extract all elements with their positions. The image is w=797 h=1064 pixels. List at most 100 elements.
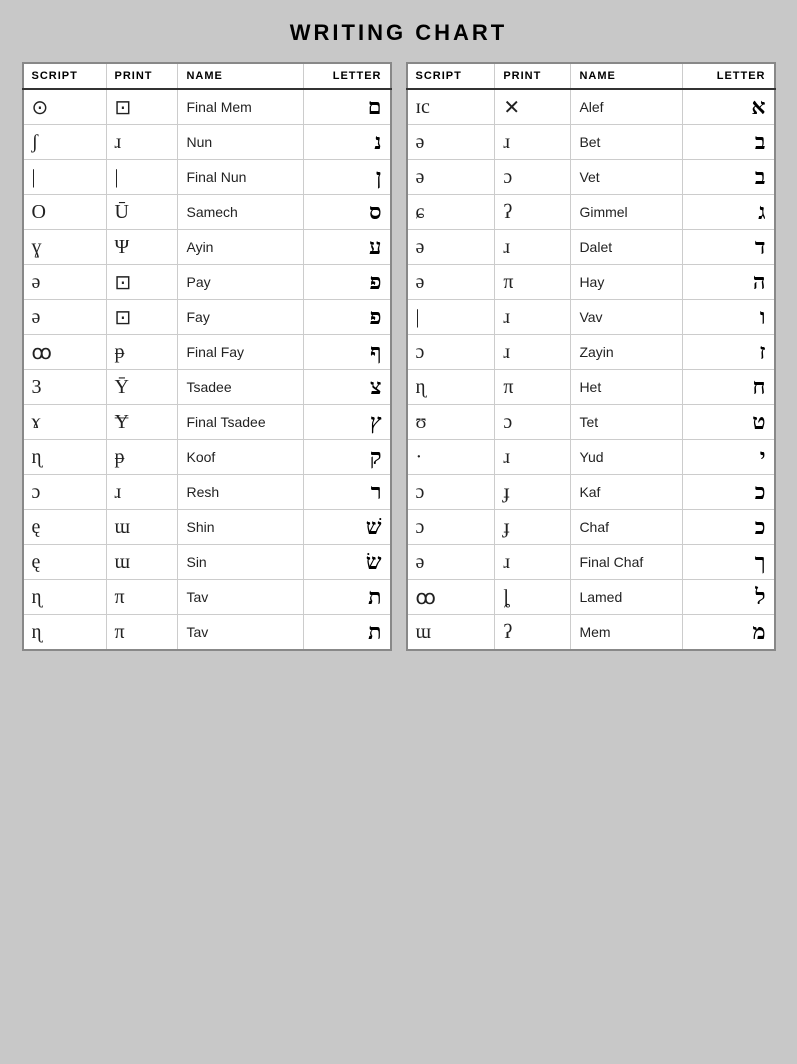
cell-letter: ן bbox=[304, 160, 391, 195]
table-row: ʊɔTetט bbox=[407, 405, 775, 440]
cell-print: ɟ bbox=[495, 475, 571, 510]
cell-print: ɹ bbox=[495, 230, 571, 265]
cell-name: Final Chaf bbox=[571, 545, 683, 580]
cell-print: π bbox=[495, 265, 571, 300]
table-row: ꝏȴLamedל bbox=[407, 580, 775, 615]
cell-script: ɳ bbox=[23, 440, 107, 475]
cell-script: ꝏ bbox=[23, 335, 107, 370]
cell-script: ə bbox=[407, 125, 495, 160]
cell-print: ɯ bbox=[106, 545, 178, 580]
cell-letter: מ bbox=[683, 615, 775, 651]
cell-script: ɔ bbox=[407, 475, 495, 510]
cell-script: ə bbox=[407, 545, 495, 580]
cell-print: ɹ bbox=[495, 440, 571, 475]
cell-letter: ת bbox=[304, 615, 391, 651]
table-row: ⊙⊡Final Memם bbox=[23, 89, 391, 125]
table-row: ||Final Nunן bbox=[23, 160, 391, 195]
table-row: ɯʔMemמ bbox=[407, 615, 775, 651]
table-row: əɹFinal Chafך bbox=[407, 545, 775, 580]
cell-name: Vav bbox=[571, 300, 683, 335]
cell-name: Gimmel bbox=[571, 195, 683, 230]
cell-script: ꝏ bbox=[407, 580, 495, 615]
left-col-letter: Letter bbox=[304, 63, 391, 89]
tables-wrapper: Script Print Name Letter ⊙⊡Final MemםʃɹN… bbox=[10, 62, 787, 651]
cell-print: ⊡ bbox=[106, 300, 178, 335]
cell-name: Koof bbox=[178, 440, 304, 475]
right-col-letter: Letter bbox=[683, 63, 775, 89]
table-row: ɳπHetח bbox=[407, 370, 775, 405]
cell-script: ɔ bbox=[407, 510, 495, 545]
cell-script: ə bbox=[407, 265, 495, 300]
cell-script: ⊙ bbox=[23, 89, 107, 125]
cell-print: ɔ bbox=[495, 405, 571, 440]
table-row: ə⊡Payפ bbox=[23, 265, 391, 300]
cell-name: Final Mem bbox=[178, 89, 304, 125]
cell-script: ɳ bbox=[23, 580, 107, 615]
cell-print: ɹ bbox=[106, 475, 178, 510]
cell-name: Lamed bbox=[571, 580, 683, 615]
cell-script: ə bbox=[407, 160, 495, 195]
cell-print: ᵽ bbox=[106, 440, 178, 475]
right-col-name: Name bbox=[571, 63, 683, 89]
cell-letter: ג bbox=[683, 195, 775, 230]
cell-print: ɟ bbox=[495, 510, 571, 545]
cell-script: ɔ bbox=[23, 475, 107, 510]
table-row: əπHayה bbox=[407, 265, 775, 300]
cell-print: ɯ bbox=[106, 510, 178, 545]
cell-letter: ה bbox=[683, 265, 775, 300]
table-row: 3ȲTsadeeצ bbox=[23, 370, 391, 405]
table-row: ɤɎFinal Tsadeeץ bbox=[23, 405, 391, 440]
cell-name: Alef bbox=[571, 89, 683, 125]
cell-letter: ר bbox=[304, 475, 391, 510]
page-title: WRITING CHART bbox=[290, 20, 507, 46]
cell-print: ʔ bbox=[495, 615, 571, 651]
cell-print: ɹ bbox=[495, 300, 571, 335]
cell-letter: ד bbox=[683, 230, 775, 265]
cell-letter: שׁ bbox=[304, 510, 391, 545]
cell-letter: ל bbox=[683, 580, 775, 615]
cell-letter: כ bbox=[683, 475, 775, 510]
table-row: |ɹVavו bbox=[407, 300, 775, 335]
cell-script: ʊ bbox=[407, 405, 495, 440]
cell-print: ɹ bbox=[106, 125, 178, 160]
cell-script: | bbox=[23, 160, 107, 195]
left-col-print: Print bbox=[106, 63, 178, 89]
right-table: Script Print Name Letter ɪc✕AlefאəɹBetבə… bbox=[406, 62, 776, 651]
cell-name: Resh bbox=[178, 475, 304, 510]
cell-script: | bbox=[407, 300, 495, 335]
cell-print: Ɏ bbox=[106, 405, 178, 440]
cell-name: Fay bbox=[178, 300, 304, 335]
cell-name: Pay bbox=[178, 265, 304, 300]
cell-script: ɣ bbox=[23, 230, 107, 265]
table-row: ɕʔGimmelג bbox=[407, 195, 775, 230]
table-row: ɔɟKafכ bbox=[407, 475, 775, 510]
cell-script: ɳ bbox=[407, 370, 495, 405]
cell-name: Nun bbox=[178, 125, 304, 160]
table-row: ɳπTavת bbox=[23, 580, 391, 615]
cell-print: ɹ bbox=[495, 335, 571, 370]
cell-script: ɪc bbox=[407, 89, 495, 125]
cell-letter: שׂ bbox=[304, 545, 391, 580]
right-col-print: Print bbox=[495, 63, 571, 89]
cell-script: ɕ bbox=[407, 195, 495, 230]
cell-script: O bbox=[23, 195, 107, 230]
cell-name: Samech bbox=[178, 195, 304, 230]
cell-print: π bbox=[495, 370, 571, 405]
cell-print: ɔ bbox=[495, 160, 571, 195]
cell-name: Final Nun bbox=[178, 160, 304, 195]
cell-letter: ס bbox=[304, 195, 391, 230]
cell-print: ȴ bbox=[495, 580, 571, 615]
cell-script: ɯ bbox=[407, 615, 495, 651]
table-row: əɔVetב bbox=[407, 160, 775, 195]
table-row: ɳᵽKoofק bbox=[23, 440, 391, 475]
cell-name: Tsadee bbox=[178, 370, 304, 405]
table-row: əɹBetב bbox=[407, 125, 775, 160]
cell-name: Tav bbox=[178, 580, 304, 615]
cell-name: Kaf bbox=[571, 475, 683, 510]
cell-script: 3 bbox=[23, 370, 107, 405]
table-row: ɪc✕Alefא bbox=[407, 89, 775, 125]
cell-letter: ך bbox=[683, 545, 775, 580]
cell-name: Shin bbox=[178, 510, 304, 545]
cell-letter: ץ bbox=[304, 405, 391, 440]
cell-print: π bbox=[106, 580, 178, 615]
